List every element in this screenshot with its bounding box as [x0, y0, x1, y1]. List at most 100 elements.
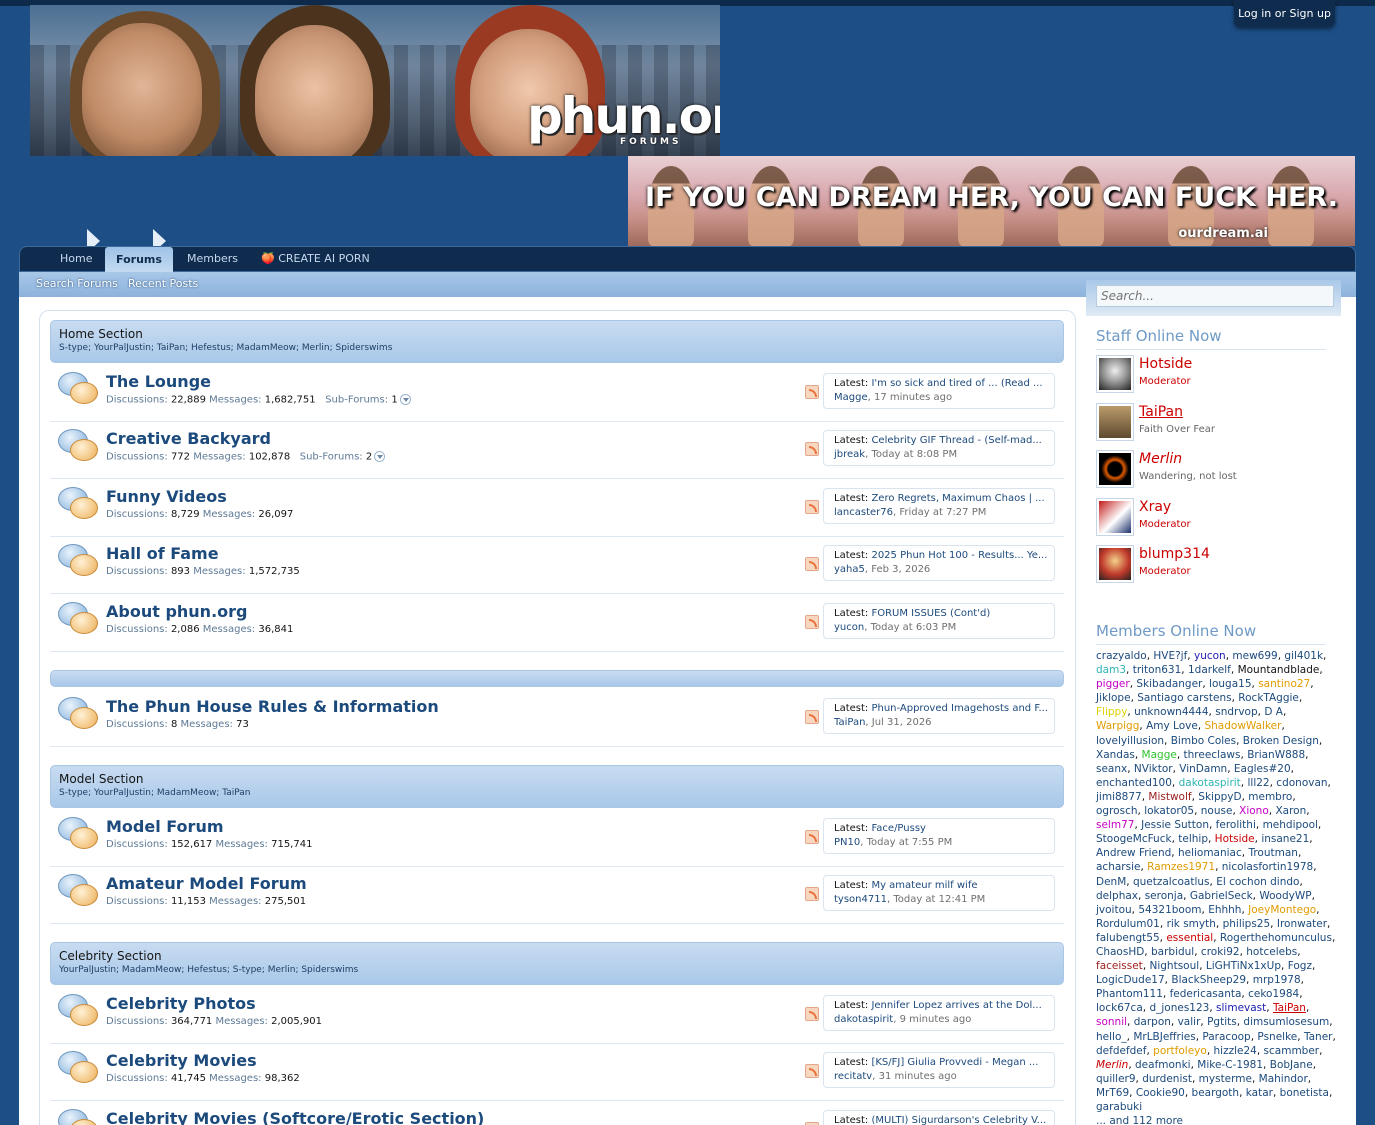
online-member-link[interactable]: SkippyD: [1198, 791, 1241, 803]
latest-user-link[interactable]: recitatv: [834, 1071, 872, 1082]
latest-thread-link[interactable]: I'm so sick and tired of ... (Read ...: [871, 378, 1042, 389]
online-member-link[interactable]: valir: [1178, 1016, 1201, 1028]
online-member-link[interactable]: bonetista: [1280, 1087, 1329, 1099]
online-member-link[interactable]: Eagles#20: [1234, 763, 1291, 775]
online-member-link[interactable]: Xandas: [1096, 749, 1135, 761]
latest-thread-link[interactable]: (MULTI) Sigurdarson's Celebrity V...: [871, 1115, 1046, 1125]
section-title[interactable]: Model Section: [59, 772, 143, 786]
online-member-link[interactable]: delphax: [1096, 890, 1138, 902]
online-member-link[interactable]: Rordulum01: [1096, 918, 1160, 930]
online-member-link[interactable]: BrianW888: [1247, 749, 1305, 761]
online-member-link[interactable]: hotcelebs: [1246, 946, 1297, 958]
online-member-link[interactable]: VinDamn: [1179, 763, 1227, 775]
latest-post-box[interactable]: Latest: (MULTI) Sigurdarson's Celebrity …: [823, 1110, 1055, 1125]
latest-user-link[interactable]: yucon: [834, 622, 864, 633]
online-member-link[interactable]: Jessie Sutton: [1141, 819, 1209, 831]
online-member-link[interactable]: falubengt55: [1096, 932, 1160, 944]
online-member-link[interactable]: 54321boom: [1138, 904, 1201, 916]
online-member-link[interactable]: enchanted100: [1096, 777, 1172, 789]
online-member-link[interactable]: defdefdef: [1096, 1045, 1146, 1057]
staff-name-link[interactable]: blump314: [1139, 546, 1210, 562]
online-member-link[interactable]: Fogz: [1288, 960, 1312, 972]
latest-user-link[interactable]: Magge: [834, 392, 868, 403]
latest-thread-link[interactable]: Celebrity GIF Thread - (Self-mad...: [871, 435, 1041, 446]
online-member-link[interactable]: LogicDude17: [1096, 974, 1165, 986]
online-member-link[interactable]: DenM: [1096, 876, 1126, 888]
rss-icon[interactable]: [805, 710, 819, 724]
latest-post-box[interactable]: Latest: Jennifer Lopez arrives at the Do…: [823, 995, 1055, 1031]
online-member-link[interactable]: Magge: [1142, 749, 1177, 761]
online-member-link[interactable]: HVE?jf: [1153, 650, 1187, 662]
latest-post-box[interactable]: Latest: Face/Pussy PN10, Today at 7:55 PM: [823, 818, 1055, 854]
staff-name-link[interactable]: Merlin: [1139, 451, 1182, 467]
online-member-link[interactable]: lll22: [1247, 777, 1269, 789]
online-member-link[interactable]: mehdipool: [1263, 819, 1318, 831]
tab-create-ai[interactable]: 🍑 CREATE AI PORN: [261, 247, 370, 273]
latest-post-box[interactable]: Latest: Celebrity GIF Thread - (Self-mad…: [823, 430, 1055, 466]
latest-post-box[interactable]: Latest: [KS/FJ] Giulia Provvedi - Megan …: [823, 1052, 1055, 1088]
staff-name-link[interactable]: Xray: [1139, 499, 1171, 515]
online-member-link[interactable]: MrT69: [1096, 1087, 1129, 1099]
online-member-link[interactable]: Andrew Friend: [1096, 847, 1171, 859]
section-title[interactable]: Home Section: [59, 327, 143, 341]
online-member-link[interactable]: Jiklope: [1096, 692, 1131, 704]
online-member-link[interactable]: Troutman: [1248, 847, 1297, 859]
online-member-link[interactable]: quiller9: [1096, 1073, 1136, 1085]
online-member-link[interactable]: Ramzes1971: [1147, 861, 1215, 873]
online-member-link[interactable]: mew699: [1232, 650, 1277, 662]
latest-post-box[interactable]: Latest: Phun-Approved Imagehosts and F..…: [823, 698, 1055, 734]
latest-user-link[interactable]: lancaster76: [834, 507, 893, 518]
online-member-link[interactable]: Hotside: [1215, 833, 1255, 845]
online-member-link[interactable]: JoeyMontego: [1248, 904, 1316, 916]
online-member-link[interactable]: LiGHTiNx1xUp: [1206, 960, 1281, 972]
tab-home[interactable]: Home: [60, 247, 92, 273]
online-member-link[interactable]: Ehhhh: [1208, 904, 1241, 916]
latest-post-box[interactable]: Latest: Zero Regrets, Maximum Chaos | ..…: [823, 488, 1055, 524]
online-member-link[interactable]: slimevast: [1216, 1002, 1266, 1014]
online-member-link[interactable]: hizzle24: [1214, 1045, 1257, 1057]
online-member-link[interactable]: Merlin: [1096, 1059, 1128, 1071]
online-member-link[interactable]: seronja: [1145, 890, 1183, 902]
online-member-link[interactable]: GabrielSeck: [1190, 890, 1253, 902]
online-member-link[interactable]: RockTAggie: [1238, 692, 1299, 704]
online-member-link[interactable]: dam3: [1096, 664, 1126, 676]
online-member-link[interactable]: threeclaws: [1184, 749, 1241, 761]
avatar[interactable]: [1096, 545, 1134, 583]
online-member-link[interactable]: BlackSheep29: [1171, 974, 1246, 986]
online-member-link[interactable]: Cookie90: [1136, 1087, 1185, 1099]
online-member-link[interactable]: darpon: [1134, 1016, 1171, 1028]
online-member-link[interactable]: Xiono: [1239, 805, 1269, 817]
online-member-link[interactable]: Skibadanger: [1136, 678, 1202, 690]
online-member-link[interactable]: garabuki: [1096, 1101, 1142, 1113]
forum-title-link[interactable]: Model Forum: [106, 817, 224, 836]
chevron-down-icon[interactable]: [374, 451, 386, 462]
online-member-link[interactable]: Mistwolf: [1148, 791, 1191, 803]
online-member-link[interactable]: pigger: [1096, 678, 1130, 690]
forum-title-link[interactable]: The Lounge: [106, 372, 211, 391]
online-member-link[interactable]: acharsie: [1096, 861, 1140, 873]
latest-user-link[interactable]: jbreak: [834, 449, 865, 460]
latest-thread-link[interactable]: Face/Pussy: [871, 823, 926, 834]
online-member-link[interactable]: portfoleyo: [1153, 1045, 1207, 1057]
online-member-link[interactable]: selm77: [1096, 819, 1134, 831]
rss-icon[interactable]: [805, 442, 819, 456]
latest-user-link[interactable]: tyson4711: [834, 894, 887, 905]
online-member-link[interactable]: Nightsoul: [1150, 960, 1200, 972]
online-member-link[interactable]: federicasanta: [1170, 988, 1242, 1000]
online-member-link[interactable]: croki92: [1201, 946, 1240, 958]
online-member-link[interactable]: Bimbo Coles: [1171, 735, 1236, 747]
online-member-link[interactable]: membro: [1248, 791, 1292, 803]
online-member-link[interactable]: Xaron: [1275, 805, 1306, 817]
online-member-link[interactable]: triton631: [1133, 664, 1182, 676]
chevron-down-icon[interactable]: [399, 394, 411, 405]
latest-post-box[interactable]: Latest: 2025 Phun Hot 100 - Results... Y…: [823, 545, 1055, 581]
online-member-link[interactable]: quetzalcoatlus: [1133, 876, 1210, 888]
online-member-link[interactable]: Warpigg: [1096, 720, 1139, 732]
avatar[interactable]: [1096, 355, 1134, 393]
latest-thread-link[interactable]: Phun-Approved Imagehosts and F...: [871, 703, 1048, 714]
forum-title-link[interactable]: Amateur Model Forum: [106, 874, 307, 893]
rss-icon[interactable]: [805, 887, 819, 901]
online-member-link[interactable]: Amy Love: [1146, 720, 1198, 732]
more-members-link[interactable]: ... and 112 more: [1096, 1114, 1336, 1125]
online-member-link[interactable]: lock67ca: [1096, 1002, 1143, 1014]
